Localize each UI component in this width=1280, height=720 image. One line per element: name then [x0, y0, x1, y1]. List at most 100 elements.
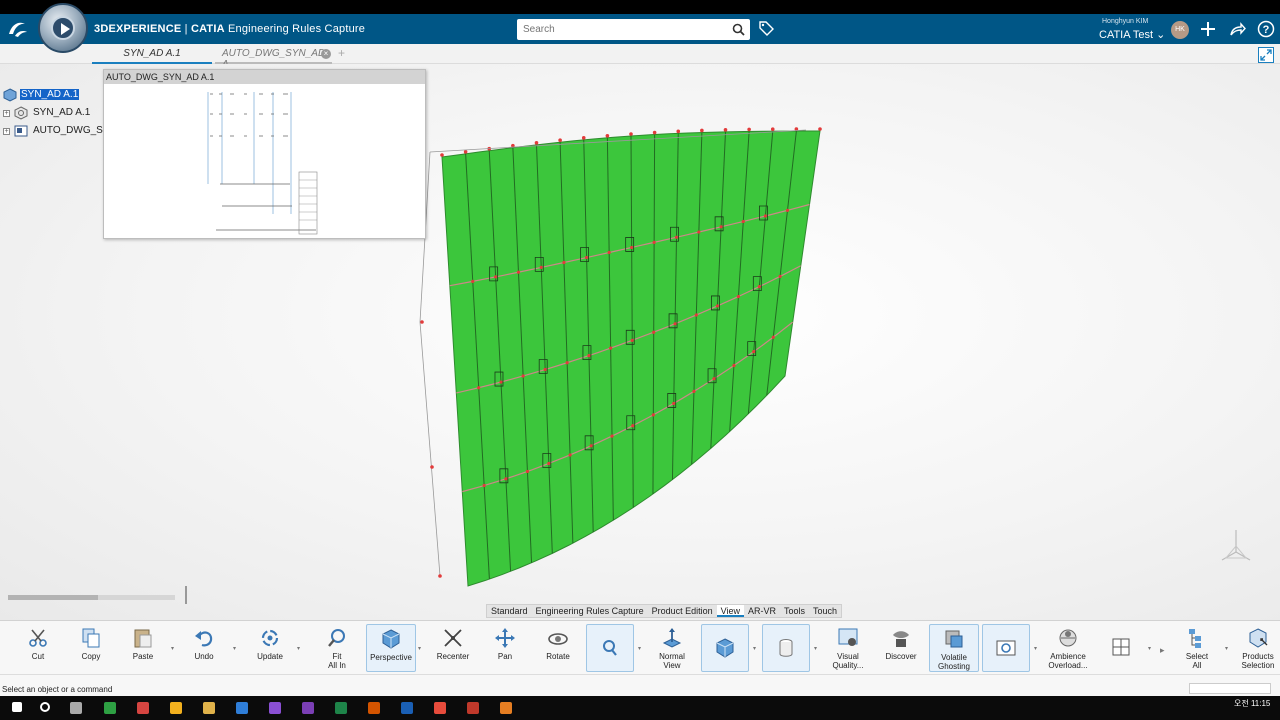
zoom-button[interactable] [586, 624, 634, 672]
connection-point [785, 208, 790, 212]
section-tab-touch[interactable]: Touch [809, 605, 841, 617]
browser-icon[interactable] [170, 702, 182, 714]
task-view-icon[interactable] [70, 702, 82, 714]
word-icon[interactable] [401, 702, 413, 714]
splitter-handle[interactable] [185, 586, 187, 604]
capture-button[interactable] [982, 624, 1030, 672]
close-icon[interactable]: × [321, 49, 331, 59]
dassault-logo-icon[interactable] [6, 19, 30, 39]
chevron-down-icon[interactable]: ▾ [1034, 645, 1037, 652]
volatile-ghosting-button[interactable]: Volatile Ghosting [929, 624, 979, 672]
app-icon[interactable] [104, 702, 116, 714]
connection-point [562, 260, 566, 265]
collab-space-dropdown[interactable]: CATIA Test ⌄ [1099, 28, 1165, 41]
search-icon[interactable] [732, 23, 745, 36]
excel-icon[interactable] [335, 702, 347, 714]
expand-icon[interactable]: + [3, 110, 10, 117]
products-selection-button[interactable]: Products Selection [1238, 624, 1278, 672]
search-box[interactable] [517, 19, 750, 40]
undo-button[interactable]: Undo [188, 624, 220, 672]
chevron-down-icon[interactable]: ▾ [1148, 645, 1151, 652]
app-icon[interactable] [368, 702, 380, 714]
chevron-down-icon[interactable]: ▾ [418, 645, 421, 652]
share-icon[interactable] [1228, 20, 1246, 38]
chevron-down-icon[interactable]: ▾ [233, 645, 236, 652]
ambience-overload-button[interactable]: Ambience Overload... [1046, 624, 1090, 672]
tree-root[interactable]: SYN_AD A.1 [0, 86, 110, 104]
tree-item-auto-dwg[interactable]: + AUTO_DWG_SYN [0, 122, 117, 140]
axis-compass-icon[interactable] [1218, 526, 1254, 566]
chevron-down-icon[interactable]: ▾ [171, 645, 174, 652]
app-icon[interactable] [269, 702, 281, 714]
connection-point [715, 304, 720, 308]
cut-button[interactable]: Cut [22, 624, 54, 672]
expand-icon[interactable]: + [3, 128, 10, 135]
chevron-down-icon[interactable]: ▾ [638, 645, 641, 652]
perspective-button[interactable]: Perspective [366, 624, 416, 672]
copy-button[interactable]: Copy [75, 624, 107, 672]
pan-button[interactable]: Pan [489, 624, 521, 672]
folder-icon[interactable] [203, 702, 215, 714]
chevron-down-icon[interactable]: ▾ [814, 645, 817, 652]
app-icon[interactable] [236, 702, 248, 714]
app-header: 3DEXPERIENCE | CATIA Engineering Rules C… [0, 14, 1280, 44]
app-title: 3DEXPERIENCE | CATIA Engineering Rules C… [94, 23, 365, 35]
app-icon[interactable] [434, 702, 446, 714]
grid-layout-icon [1112, 638, 1130, 656]
rotate-button[interactable]: Rotate [542, 624, 574, 672]
tab-auto-dwg[interactable]: AUTO_DWG_SYN_AD A× [215, 48, 332, 70]
avatar[interactable]: HK [1171, 21, 1189, 39]
app-icon[interactable] [137, 702, 149, 714]
connection-point [771, 335, 775, 339]
chevron-down-icon[interactable]: ▾ [297, 645, 300, 652]
connection-point [692, 389, 696, 393]
section-tab-engineering-rules[interactable]: Engineering Rules Capture [532, 605, 648, 617]
3d-viewport[interactable]: SYN_AD A.1 + SYN_AD A.1 + AUTO_DWG_SYN A… [0, 64, 1280, 620]
chevron-right-icon[interactable]: ▸ [1160, 645, 1165, 656]
update-button[interactable]: Update [252, 624, 288, 672]
tag-icon[interactable] [758, 20, 775, 37]
chevron-down-icon[interactable]: ▾ [1225, 645, 1228, 652]
scrollbar-thumb[interactable] [8, 595, 98, 600]
brand-name: 3DEXPERIENCE [94, 23, 182, 35]
section-tab-standard[interactable]: Standard [487, 605, 532, 617]
view-mode-button[interactable] [701, 624, 749, 672]
search-icon[interactable] [40, 702, 50, 712]
paste-button[interactable]: Paste [127, 624, 159, 672]
chevron-down-icon[interactable]: ▾ [753, 645, 756, 652]
compass-button[interactable] [38, 3, 88, 53]
start-icon[interactable] [12, 702, 22, 712]
app-icon[interactable] [467, 702, 479, 714]
horizontal-scrollbar[interactable] [8, 595, 175, 600]
command-input[interactable] [1189, 683, 1271, 694]
section-tab-tools[interactable]: Tools [780, 605, 809, 617]
search-input[interactable] [517, 19, 722, 40]
section-tab-ar-vr[interactable]: AR-VR [744, 605, 780, 617]
svg-text:?: ? [1263, 24, 1270, 36]
edge-point [558, 138, 562, 143]
visual-quality-button[interactable]: Visual Quality... [829, 624, 867, 672]
copy-icon [82, 628, 100, 648]
layout-button[interactable] [1107, 624, 1135, 672]
section-tab-view[interactable]: View [716, 605, 745, 617]
app-icon[interactable] [302, 702, 314, 714]
app-icon[interactable] [500, 702, 512, 714]
connection-point [630, 245, 634, 250]
maximize-button[interactable] [1258, 47, 1274, 63]
tab-syn-ad[interactable]: SYN_AD A.1 [92, 48, 212, 64]
render-style-button[interactable] [762, 624, 810, 672]
normal-view-button[interactable]: Normal View [656, 624, 688, 672]
shaded-cube-icon [716, 638, 734, 658]
specification-tree[interactable]: SYN_AD A.1 + SYN_AD A.1 + AUTO_DWG_SYN [0, 86, 117, 140]
fit-all-in-button[interactable]: Fit All In [321, 624, 353, 672]
recenter-button[interactable]: Recenter [435, 624, 471, 672]
select-all-button[interactable]: Select All [1180, 624, 1214, 672]
plus-icon[interactable] [1199, 20, 1217, 38]
help-icon[interactable]: ? [1257, 20, 1275, 38]
tree-item-syn-ad[interactable]: + SYN_AD A.1 [0, 104, 110, 122]
connection-point [651, 413, 655, 417]
section-tab-product-edition[interactable]: Product Edition [648, 605, 717, 617]
discover-button[interactable]: Discover [882, 624, 920, 672]
add-tab-button[interactable]: + [338, 46, 345, 60]
tree-root-label[interactable]: SYN_AD A.1 [20, 89, 80, 100]
